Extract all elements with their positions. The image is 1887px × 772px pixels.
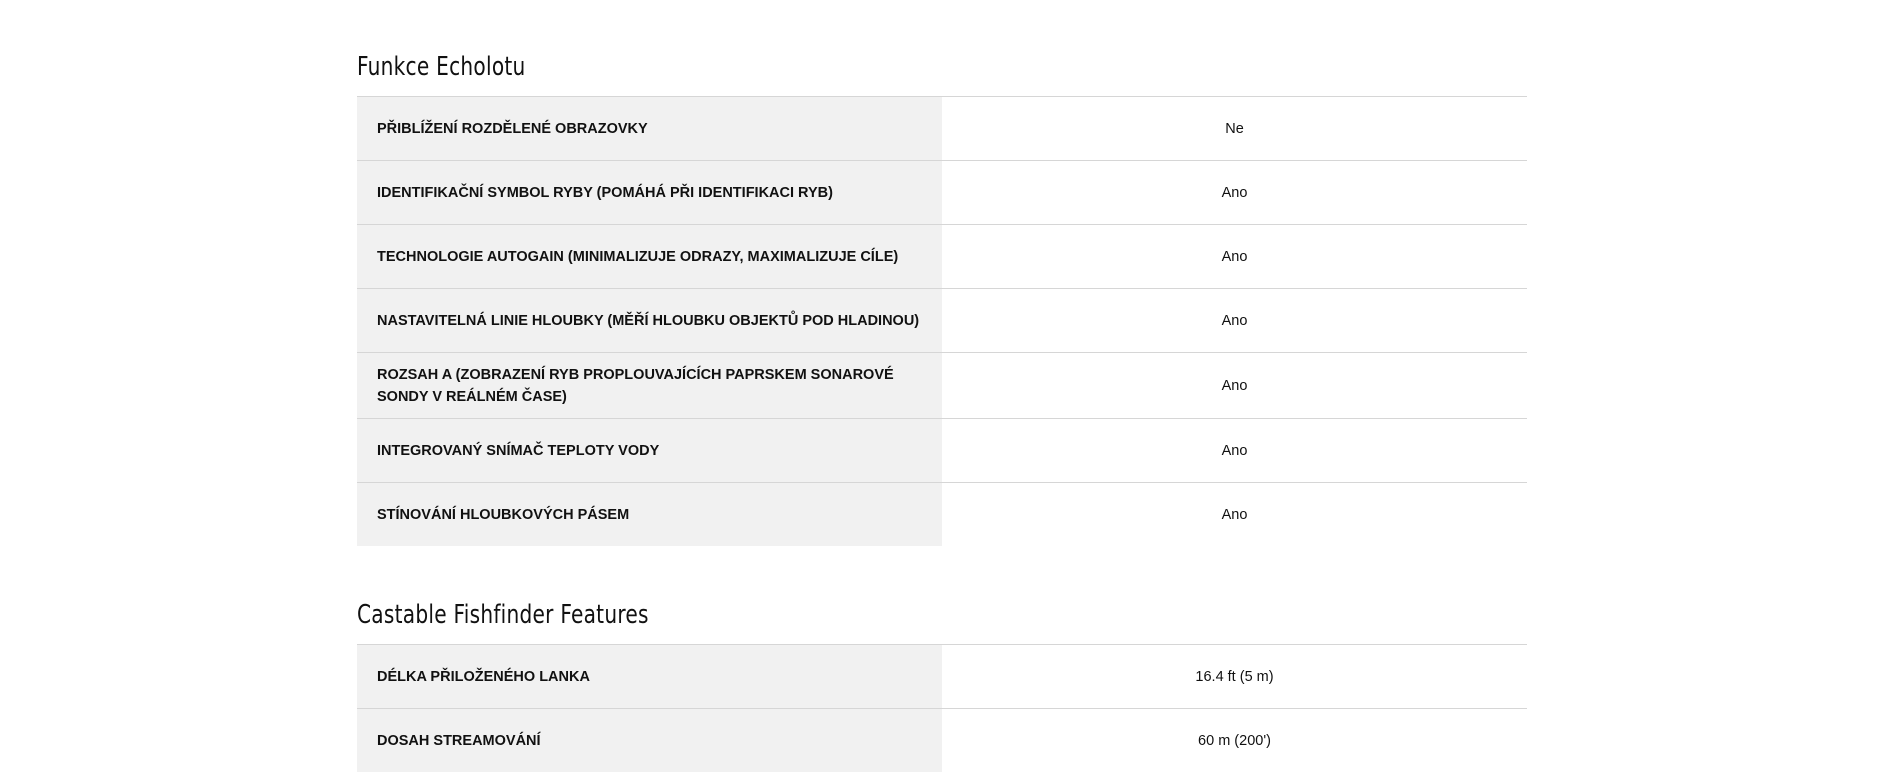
spec-value: Ano [942,419,1527,483]
spec-value: Ne [942,97,1527,161]
spec-section-sonar-features: Funkce Echolotu PŘIBLÍŽENÍ ROZDĚLENÉ OBR… [357,0,1527,546]
spec-label: PŘIBLÍŽENÍ ROZDĚLENÉ OBRAZOVKY [357,97,942,161]
spec-table: PŘIBLÍŽENÍ ROZDĚLENÉ OBRAZOVKY Ne IDENTI… [357,96,1527,546]
spec-label: DOSAH STREAMOVÁNÍ [357,709,942,772]
spec-section-castable-features: Castable Fishfinder Features DÉLKA PŘILO… [357,548,1527,772]
table-row: INTEGROVANÝ SNÍMAČ TEPLOTY VODY Ano [357,419,1527,483]
table-row: DOSAH STREAMOVÁNÍ 60 m (200') [357,709,1527,772]
spec-label: ROZSAH A (ZOBRAZENÍ RYB PROPLOUVAJÍCÍCH … [357,353,942,419]
spec-value: Ano [942,289,1527,353]
spec-value: Ano [942,161,1527,225]
table-row: NASTAVITELNÁ LINIE HLOUBKY (MĚŘÍ HLOUBKU… [357,289,1527,353]
spec-label: NASTAVITELNÁ LINIE HLOUBKY (MĚŘÍ HLOUBKU… [357,289,942,353]
spec-label: STÍNOVÁNÍ HLOUBKOVÝCH PÁSEM [357,483,942,547]
spec-table: DÉLKA PŘILOŽENÉHO LANKA 16.4 ft (5 m) DO… [357,644,1527,772]
table-row: STÍNOVÁNÍ HLOUBKOVÝCH PÁSEM Ano [357,483,1527,547]
spec-label: IDENTIFIKAČNÍ SYMBOL RYBY (POMÁHÁ PŘI ID… [357,161,942,225]
spec-label: TECHNOLOGIE AUTOGAIN (MINIMALIZUJE ODRAZ… [357,225,942,289]
table-row: DÉLKA PŘILOŽENÉHO LANKA 16.4 ft (5 m) [357,645,1527,709]
spec-label: DÉLKA PŘILOŽENÉHO LANKA [357,645,942,709]
table-row: TECHNOLOGIE AUTOGAIN (MINIMALIZUJE ODRAZ… [357,225,1527,289]
spec-value: 60 m (200') [942,709,1527,772]
table-row: PŘIBLÍŽENÍ ROZDĚLENÉ OBRAZOVKY Ne [357,97,1527,161]
spec-label: INTEGROVANÝ SNÍMAČ TEPLOTY VODY [357,419,942,483]
spec-value: Ano [942,483,1527,547]
table-row: IDENTIFIKAČNÍ SYMBOL RYBY (POMÁHÁ PŘI ID… [357,161,1527,225]
spec-value: Ano [942,225,1527,289]
section-title: Castable Fishfinder Features [357,548,1527,644]
section-title: Funkce Echolotu [357,0,1527,96]
spec-value: Ano [942,353,1527,419]
spec-value: 16.4 ft (5 m) [942,645,1527,709]
table-row: ROZSAH A (ZOBRAZENÍ RYB PROPLOUVAJÍCÍCH … [357,353,1527,419]
